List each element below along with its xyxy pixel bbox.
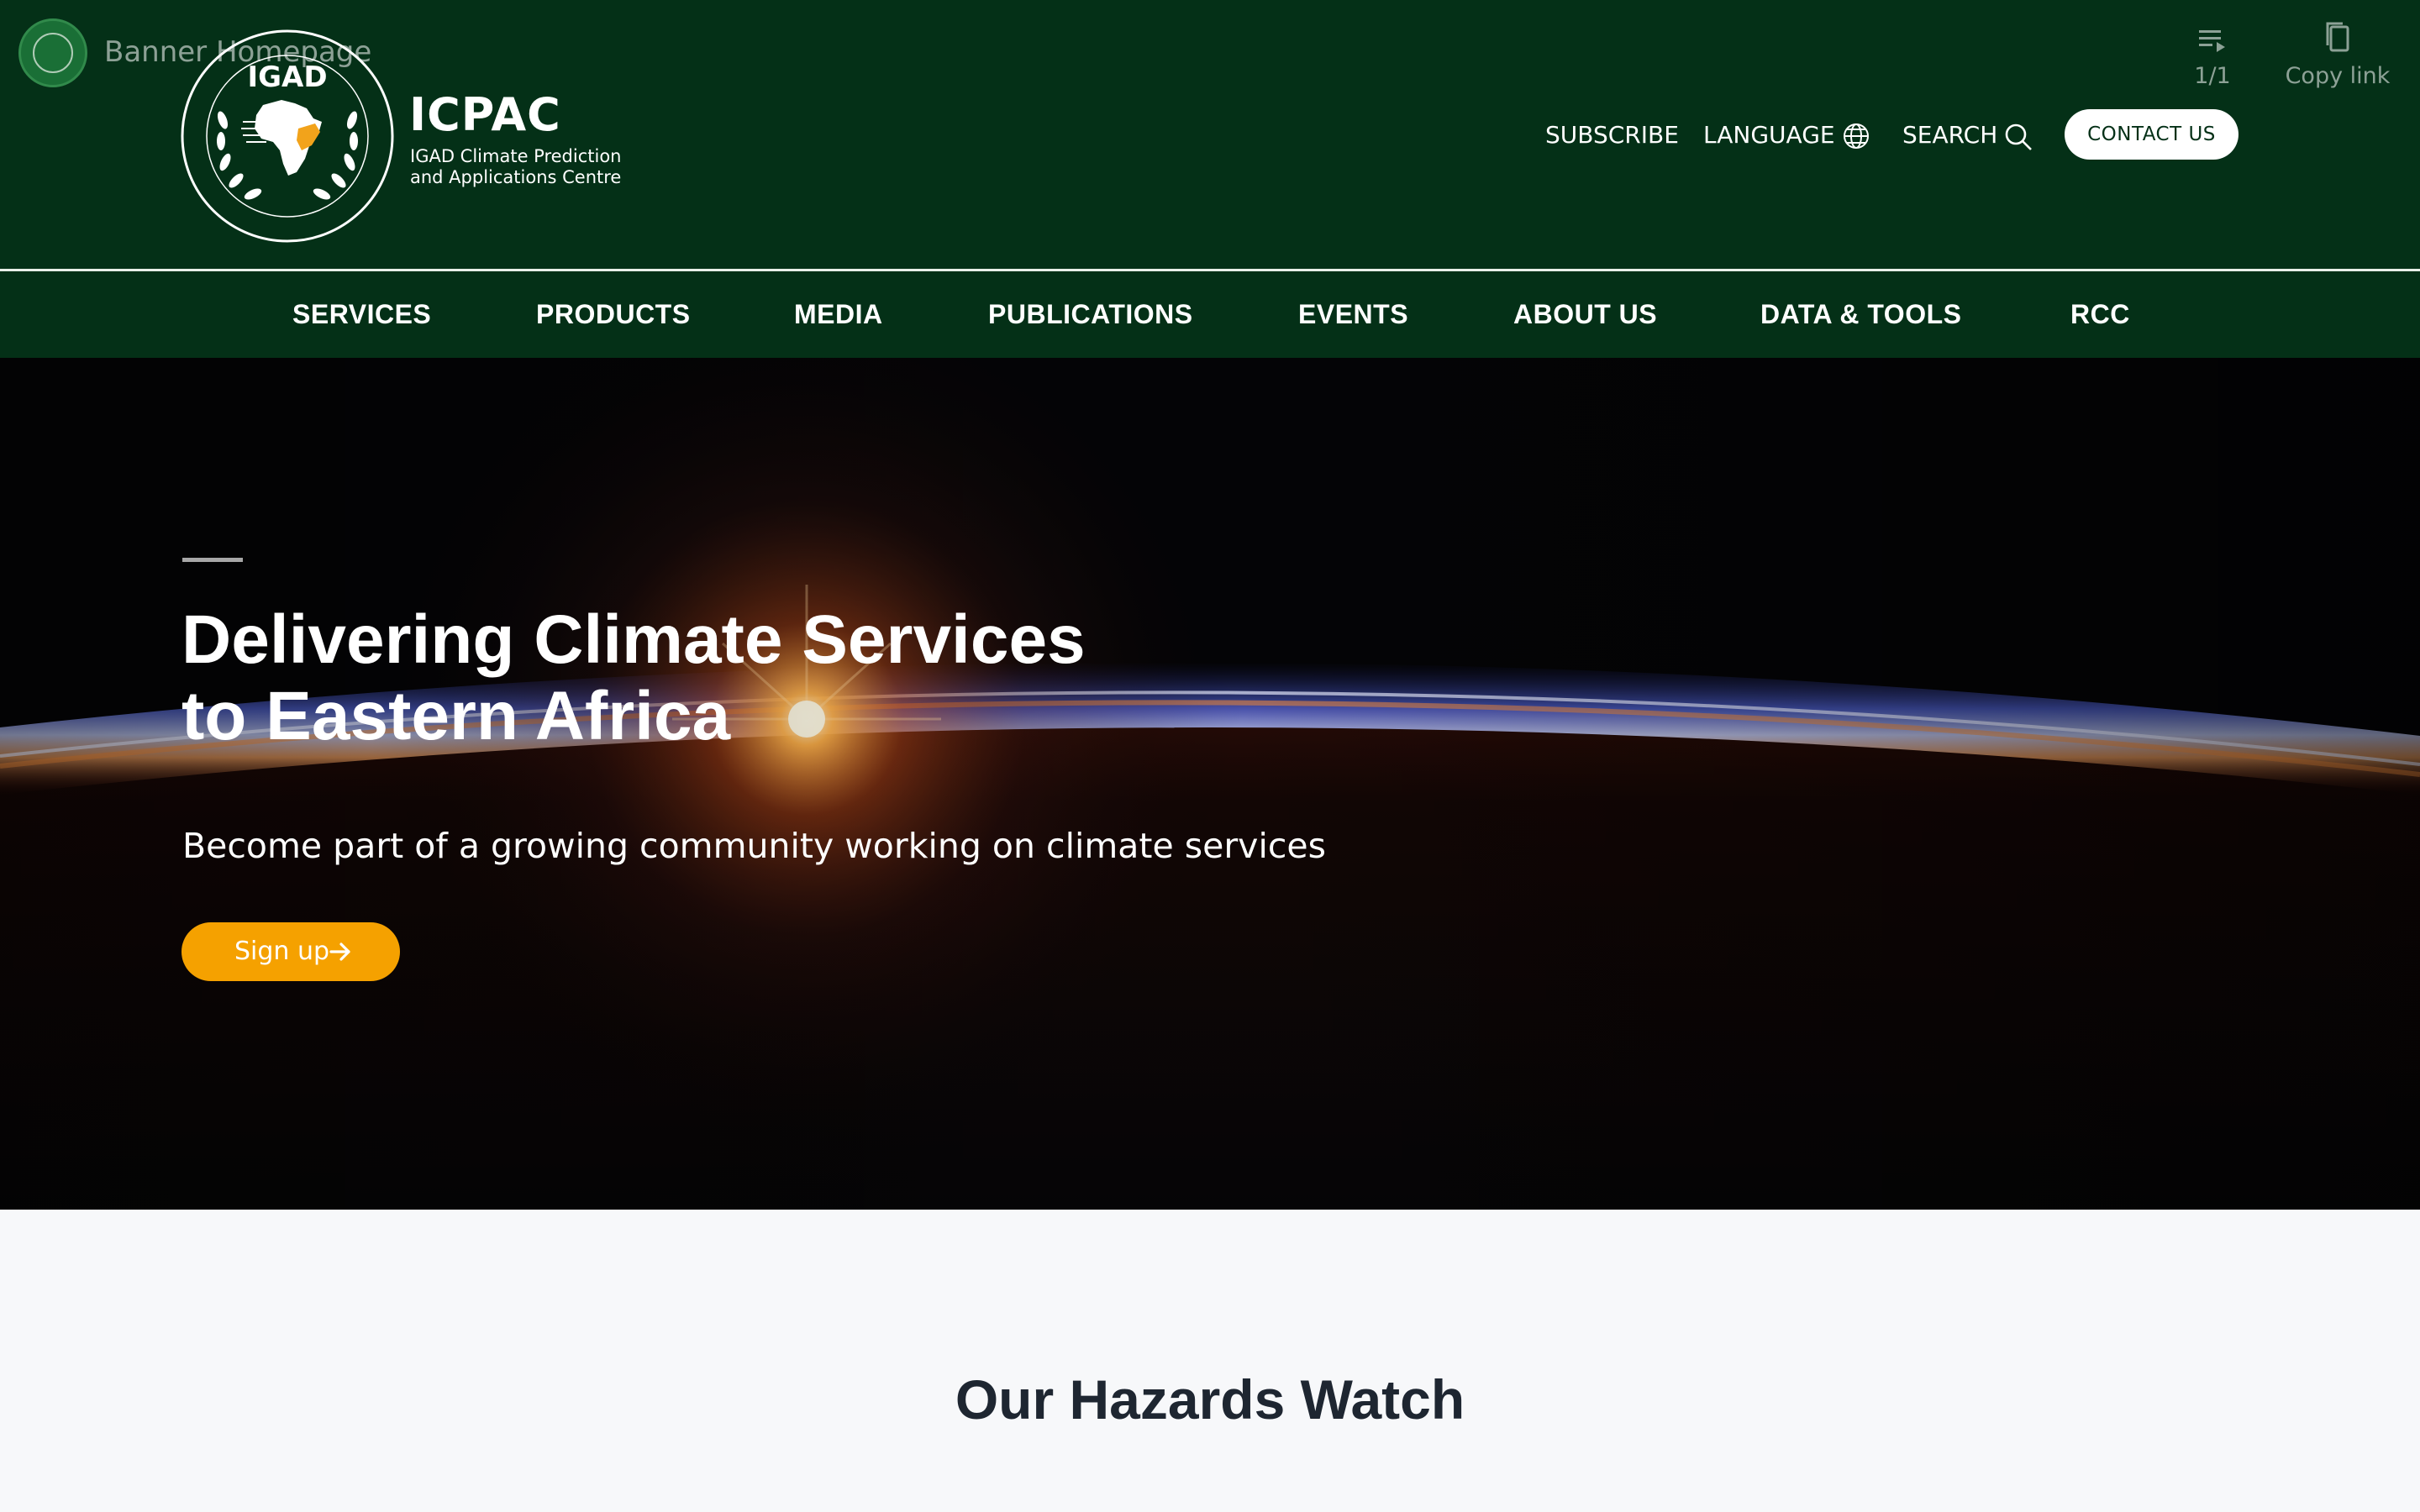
playlist-tool[interactable]: 1/1 bbox=[2183, 24, 2242, 89]
nav-item-services[interactable]: SERVICES bbox=[292, 271, 431, 358]
sign-up-button[interactable]: Sign up bbox=[182, 922, 400, 981]
embed-logo-icon bbox=[18, 18, 87, 87]
hero-banner: Delivering Climate Services to Eastern A… bbox=[0, 358, 2420, 1210]
brand-name[interactable]: ICPAC bbox=[409, 88, 561, 141]
hazards-watch-heading: Our Hazards Watch bbox=[955, 1368, 1465, 1431]
nav-item-data-tools[interactable]: DATA & TOOLS bbox=[1760, 271, 1961, 358]
language-label: LANGUAGE bbox=[1703, 121, 1835, 149]
globe-icon bbox=[1844, 123, 1869, 149]
copy-icon bbox=[2326, 22, 2349, 52]
copy-link-tool[interactable]: Copy link bbox=[2279, 18, 2396, 89]
brand-subtitle: IGAD Climate Prediction and Applications… bbox=[410, 146, 622, 187]
seal-text: IGAD bbox=[247, 60, 327, 94]
search-label: SEARCH bbox=[1902, 121, 1998, 149]
hero-accent-rule bbox=[182, 558, 243, 562]
nav-item-products[interactable]: PRODUCTS bbox=[536, 271, 691, 358]
subscribe-link[interactable]: SUBSCRIBE bbox=[1545, 119, 1679, 151]
main-nav: SERVICES PRODUCTS MEDIA PUBLICATIONS EVE… bbox=[0, 271, 2420, 358]
nav-item-rcc[interactable]: RCC bbox=[2070, 271, 2130, 358]
contact-us-button[interactable]: CONTACT US bbox=[2065, 109, 2238, 160]
hero-title: Delivering Climate Services to Eastern A… bbox=[182, 601, 1086, 754]
nav-item-publications[interactable]: PUBLICATIONS bbox=[988, 271, 1193, 358]
nav-item-media[interactable]: MEDIA bbox=[794, 271, 883, 358]
nav-item-events[interactable]: EVENTS bbox=[1298, 271, 1408, 358]
hero-subtitle: Become part of a growing community worki… bbox=[182, 826, 1326, 866]
arrow-right-icon bbox=[329, 942, 350, 961]
copy-link-label: Copy link bbox=[2285, 63, 2391, 89]
nav-item-about-us[interactable]: ABOUT US bbox=[1513, 271, 1657, 358]
sign-up-label: Sign up bbox=[234, 937, 330, 966]
page-counter: 1/1 bbox=[2194, 63, 2231, 89]
site-header: Banner Homepage IGAD ICPAC IGAD Climate … bbox=[0, 0, 2420, 269]
language-selector[interactable]: LANGUAGE bbox=[1703, 119, 1871, 151]
search-icon bbox=[2005, 123, 2032, 150]
igad-seal-logo[interactable]: IGAD bbox=[179, 28, 396, 244]
playlist-icon bbox=[2199, 30, 2225, 52]
earth-horizon-image bbox=[0, 358, 2420, 1210]
search-button[interactable]: SEARCH bbox=[1902, 119, 2037, 151]
